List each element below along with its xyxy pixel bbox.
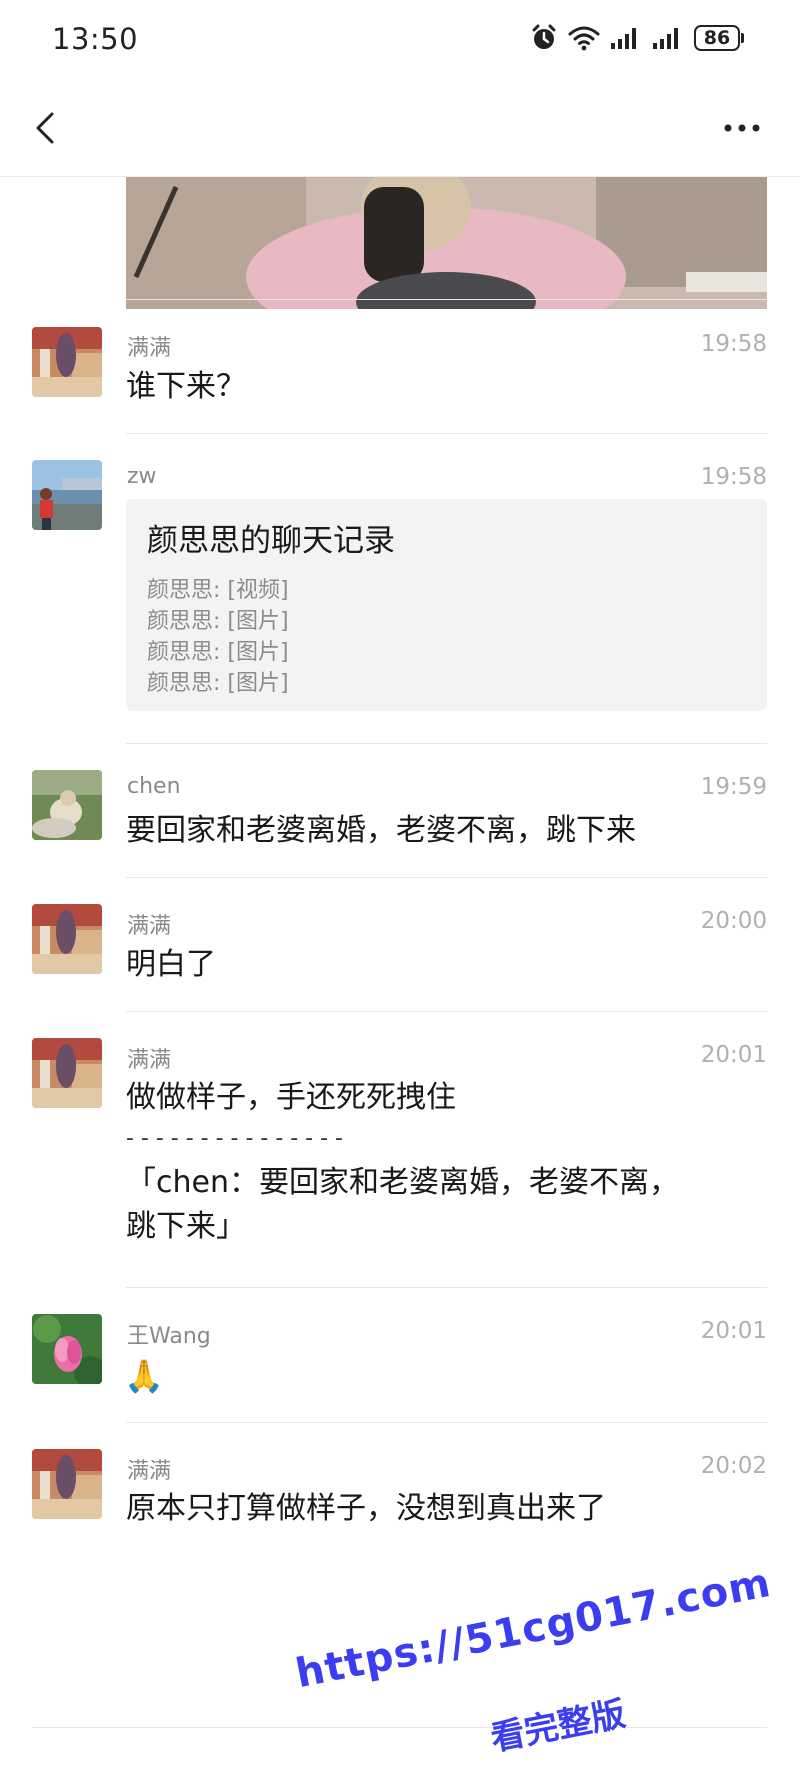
message-time: 20:02 — [700, 1453, 767, 1479]
message-time: 20:01 — [700, 1318, 767, 1344]
status-time: 13:50 — [52, 22, 139, 56]
ellipsis-icon — [724, 124, 760, 132]
shared-photo[interactable] — [126, 177, 767, 309]
message-divider — [126, 877, 767, 878]
message-time: 19:58 — [700, 331, 767, 357]
chat-record-card[interactable]: 颜思思的聊天记录 颜思思: [视频] 颜思思: [图片] 颜思思: [图片] 颜… — [126, 499, 767, 711]
message-divider — [126, 299, 767, 300]
sender-name: 满满 — [127, 336, 172, 361]
message-time: 20:01 — [700, 1042, 767, 1068]
more-button[interactable] — [718, 110, 766, 146]
message-time: 19:59 — [700, 774, 767, 800]
battery-cap — [741, 33, 744, 43]
avatar[interactable] — [32, 327, 102, 397]
watermark-subtext: 看完整版 — [487, 1693, 629, 1760]
status-icons: 86 — [530, 24, 744, 52]
alarm-icon — [532, 24, 556, 49]
message-divider — [32, 1727, 767, 1728]
message-divider — [126, 433, 767, 434]
chat-record-title: 颜思思的聊天记录 — [147, 523, 395, 559]
message-divider — [126, 743, 767, 744]
chat-record-line: 颜思思: [图片] — [147, 671, 289, 696]
quote-separator: - - - - - - - - - - - - - - - — [126, 1126, 343, 1151]
battery-level: 86 — [694, 25, 740, 51]
quoted-text: 跳下来」 — [126, 1209, 246, 1244]
sender-name: 王Wang — [127, 1324, 211, 1349]
status-bar: 13:50 86 — [0, 0, 800, 80]
message-text: 谁下来？ — [126, 369, 246, 404]
chat-record-line: 颜思思: [图片] — [147, 609, 289, 634]
praying-hands-emoji: 🙏 — [124, 1357, 164, 1395]
message-divider — [126, 1422, 767, 1423]
photo-thumbnail — [126, 177, 767, 309]
sender-name: chen — [127, 774, 181, 799]
avatar[interactable] — [32, 1314, 102, 1384]
sender-name: 满满 — [127, 1048, 172, 1073]
message-text: 要回家和老婆离婚，老婆不离，跳下来 — [126, 813, 636, 848]
quoted-text: 「chen：要回家和老婆离婚，老婆不离， — [126, 1165, 679, 1200]
wifi-icon — [568, 26, 600, 51]
sender-name: 满满 — [127, 914, 172, 939]
avatar[interactable] — [32, 1038, 102, 1108]
sender-name: 满满 — [127, 1459, 172, 1484]
avatar[interactable] — [32, 460, 102, 530]
battery-indicator: 86 — [694, 25, 744, 51]
message-text: 明白了 — [126, 947, 216, 982]
avatar[interactable] — [32, 904, 102, 974]
message-time: 19:58 — [700, 464, 767, 490]
avatar[interactable] — [32, 1449, 102, 1519]
chat-record-line: 颜思思: [图片] — [147, 640, 289, 665]
message-text: 原本只打算做样子，没想到真出来了 — [126, 1491, 606, 1526]
chat-record-line: 颜思思: [视频] — [147, 578, 289, 603]
chevron-left-icon — [36, 112, 54, 144]
nav-bar — [0, 80, 800, 177]
avatar[interactable] — [32, 770, 102, 840]
message-divider — [126, 1287, 767, 1288]
back-button[interactable] — [24, 104, 72, 152]
watermark-url: https://51cg017.com — [292, 1559, 775, 1698]
signal-icon — [611, 28, 636, 49]
message-divider — [126, 1011, 767, 1012]
message-time: 20:00 — [700, 908, 767, 934]
signal-icon — [653, 28, 678, 49]
sender-name: zw — [127, 464, 157, 489]
